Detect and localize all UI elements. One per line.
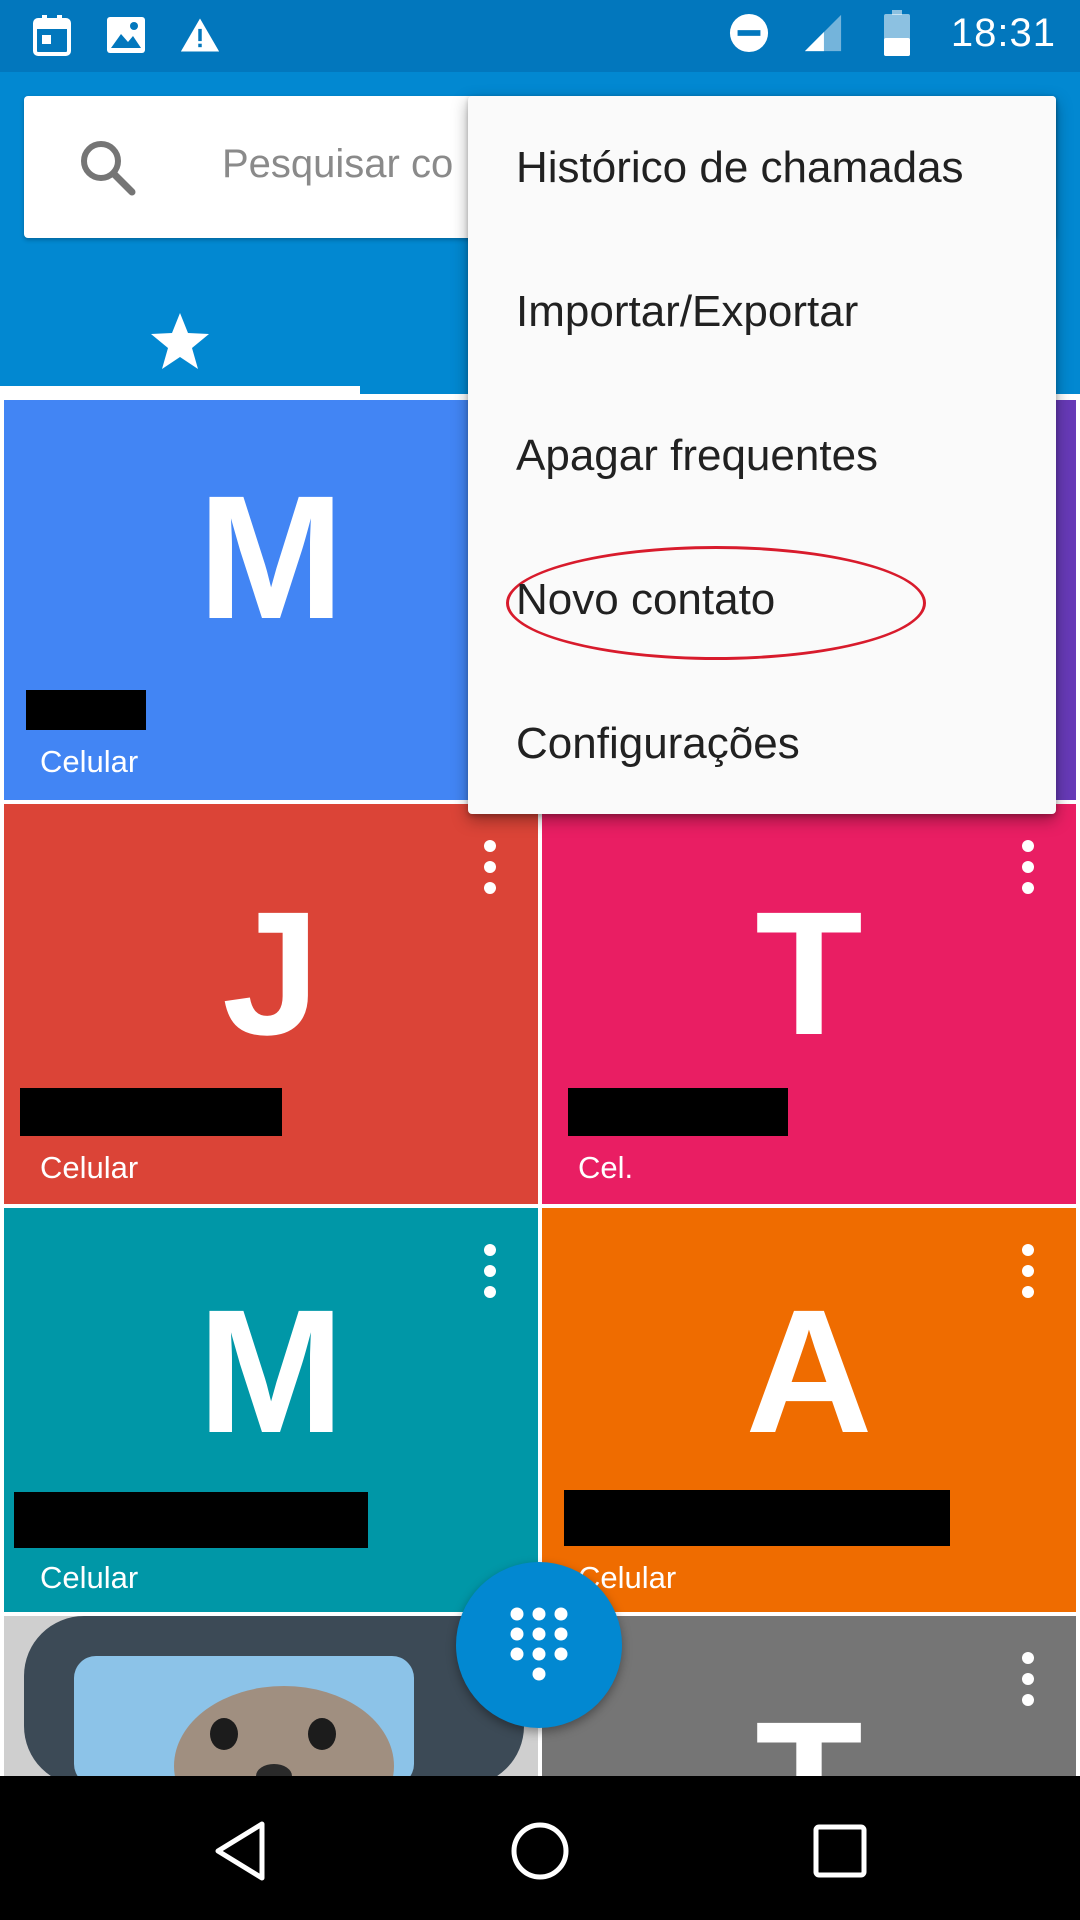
warning-icon xyxy=(180,12,220,58)
more-options-icon[interactable] xyxy=(1020,840,1036,894)
contact-initial: J xyxy=(222,876,320,1072)
status-time: 18:31 xyxy=(950,10,1056,55)
contact-tile[interactable]: M Celular xyxy=(4,1208,538,1612)
tab-favorites[interactable] xyxy=(0,288,360,394)
redacted-name xyxy=(26,690,146,730)
redacted-name xyxy=(14,1492,368,1548)
contact-initial: M xyxy=(197,460,345,656)
menu-item-clear-frequents[interactable]: Apagar frequentes xyxy=(516,384,878,528)
back-icon[interactable] xyxy=(206,1816,276,1886)
star-icon xyxy=(151,313,209,369)
navigation-bar xyxy=(0,1776,1080,1920)
contact-initial: T xyxy=(542,1696,1076,1776)
contact-initial: A xyxy=(745,1274,873,1470)
recents-icon[interactable] xyxy=(805,1816,875,1886)
dialpad-button[interactable] xyxy=(456,1562,622,1728)
menu-item-call-history[interactable]: Histórico de chamadas xyxy=(516,96,964,240)
contact-tile[interactable]: A Celular xyxy=(542,1208,1076,1612)
contact-tile[interactable]: M Celular xyxy=(4,400,538,800)
signal-icon xyxy=(803,10,843,56)
status-bar: 18:31 xyxy=(0,0,1080,72)
search-icon xyxy=(81,141,136,196)
more-options-icon[interactable] xyxy=(482,1244,498,1298)
more-options-icon[interactable] xyxy=(482,840,498,894)
phone-type-label: Cel. xyxy=(578,1150,634,1185)
image-icon xyxy=(106,12,146,58)
overflow-menu: Histórico de chamadas Importar/Exportar … xyxy=(468,96,1056,814)
phone-type-label: Celular xyxy=(40,744,139,779)
menu-item-settings[interactable]: Configurações xyxy=(516,672,800,816)
contact-tile[interactable]: T xyxy=(542,1616,1076,1776)
contact-tile[interactable]: T Cel. xyxy=(542,804,1076,1204)
phone-type-label: Celular xyxy=(40,1560,139,1595)
phone-type-label: Celular xyxy=(40,1150,139,1185)
menu-item-new-contact[interactable]: Novo contato xyxy=(506,528,956,672)
search-input[interactable]: Pesquisar co xyxy=(222,142,482,187)
contact-initial: M xyxy=(197,1274,345,1470)
calendar-icon xyxy=(32,12,72,58)
redacted-name xyxy=(20,1088,282,1136)
tab-indicator xyxy=(0,386,360,394)
home-icon[interactable] xyxy=(505,1816,575,1886)
redacted-name xyxy=(564,1490,950,1546)
more-options-icon[interactable] xyxy=(1020,1652,1036,1706)
menu-item-import-export[interactable]: Importar/Exportar xyxy=(516,240,858,384)
contact-tile[interactable]: J Celular xyxy=(4,804,538,1204)
redacted-name xyxy=(568,1088,788,1136)
dialpad-icon xyxy=(510,1607,568,1681)
do-not-disturb-icon xyxy=(729,10,769,56)
battery-icon xyxy=(877,10,917,56)
more-options-icon[interactable] xyxy=(1020,1244,1036,1298)
menu-item-label: Novo contato xyxy=(516,575,776,624)
contact-initial: T xyxy=(755,876,863,1072)
